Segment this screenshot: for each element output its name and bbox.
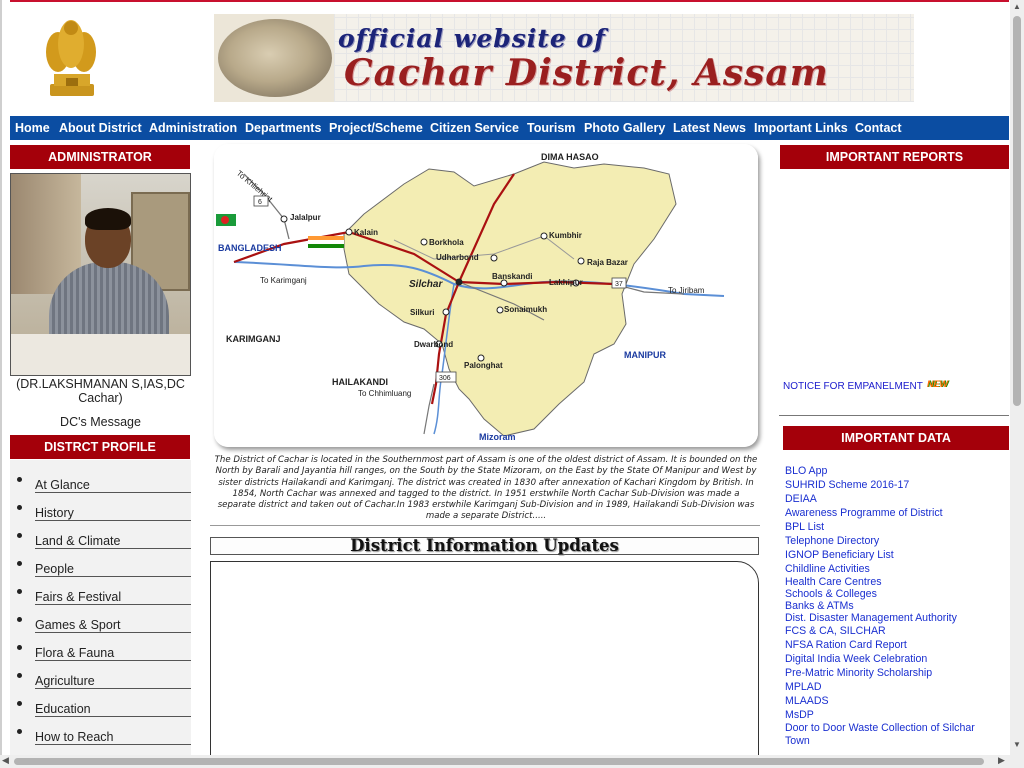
map-label-dwarbond: Dwarbond [414,340,453,349]
district-info-updates-heading: District Information Updates [210,537,759,555]
scroll-down-icon[interactable]: ▼ [1013,740,1021,749]
nav-tourism[interactable]: Tourism [527,116,575,140]
map-label-mizoram: Mizoram [479,432,516,442]
nav-about-district[interactable]: About District [59,116,142,140]
nav-project-scheme[interactable]: Project/Scheme [329,116,423,140]
nav-photo-gallery[interactable]: Photo Gallery [584,116,665,140]
profile-item-people[interactable]: People [17,549,191,577]
map-label-borkhola: Borkhola [429,238,464,247]
link-bpl-list[interactable]: BPL List [785,521,824,534]
map-label-to-jiribam: To Jiribam [668,286,705,295]
link-mplad[interactable]: MPLAD [785,681,822,694]
divider [210,525,760,526]
district-profile-heading: DISTRCT PROFILE [10,435,190,459]
left-border [0,0,2,755]
map-label-sonaimukh: Sonaimukh [504,305,547,314]
vertical-scroll-thumb[interactable] [1013,16,1021,406]
district-description: The District of Cachar is located in the… [214,455,758,522]
important-reports-heading: IMPORTANT REPORTS [780,145,1009,169]
horizontal-scroll-thumb[interactable] [14,758,984,765]
map-label-banskandi: Banskandi [492,272,532,281]
profile-item-education[interactable]: Education [17,689,191,717]
dc-message-link[interactable]: DC's Message [10,415,191,429]
banner-seal-image [218,19,332,97]
district-info-updates-box[interactable] [210,561,759,755]
map-label-nh37: 37 [615,281,623,288]
map-label-silkuri: Silkuri [410,308,434,317]
notice-for-empanelment-link[interactable]: NOTICE FOR EMPANELMENT [783,381,923,392]
nav-citizen-service[interactable]: Citizen Service [430,116,519,140]
nav-administration[interactable]: Administration [149,116,237,140]
right-divider [779,415,1009,416]
administrator-heading: ADMINISTRATOR [10,145,190,169]
district-profile-list: At Glance History Land & Climate People … [10,460,191,755]
link-deiaa[interactable]: DEIAA [785,493,817,506]
scroll-right-icon[interactable]: ▶ [998,755,1005,766]
nav-contact[interactable]: Contact [855,116,902,140]
link-telephone-directory[interactable]: Telephone Directory [785,535,879,548]
link-ignop-beneficiary-list[interactable]: IGNOP Beneficiary List [785,549,894,562]
nav-latest-news[interactable]: Latest News [673,116,746,140]
link-childline-activities[interactable]: Childline Activities [785,563,870,576]
banner-subtitle: official website of [338,24,606,53]
profile-item-how-to-reach[interactable]: How to Reach [17,717,191,745]
nav-departments[interactable]: Departments [245,116,321,140]
site-banner: official website of Cachar District, Ass… [214,14,914,102]
vertical-scrollbar[interactable]: ▲ ▼ [1010,0,1024,768]
map-label-manipur: MANIPUR [624,350,666,360]
map-label-bangladesh: BANGLADESH [218,243,282,253]
map-label-silchar: Silchar [409,279,443,290]
link-msdp[interactable]: MsDP [785,709,814,722]
important-data-heading: IMPORTANT DATA [783,426,1009,450]
map-label-raja-bazar: Raja Bazar [587,258,628,267]
district-map[interactable]: DIMA HASAO To Khliehriat Jalalpur Kalain… [214,144,758,447]
link-blo-app[interactable]: BLO App [785,465,827,478]
link-digital-india-week[interactable]: Digital India Week Celebration [785,653,927,666]
top-border [10,0,1009,2]
administrator-caption: (DR.LAKSHMANAN S,IAS,DC Cachar) [16,377,185,405]
link-suhrid-scheme[interactable]: SUHRID Scheme 2016-17 [785,479,909,492]
profile-item-games-sport[interactable]: Games & Sport [17,605,191,633]
map-label-jalalpur: Jalalpur [290,213,321,222]
profile-item-land-climate[interactable]: Land & Climate [17,521,191,549]
profile-item-fairs-festival[interactable]: Fairs & Festival [17,577,191,605]
profile-item-at-glance[interactable]: At Glance [17,465,191,493]
map-label-kumbhir: Kumbhir [549,231,582,240]
map-label-lakhipur: Lakhipur [549,278,583,287]
profile-item-history[interactable]: History [17,493,191,521]
map-label-udharbond: Udharbond [436,253,479,262]
horizontal-scrollbar[interactable]: ◀ ▶ [0,755,1010,768]
main-nav: Home About District Administration Depar… [10,116,1009,140]
map-label-to-karimganj: To Karimganj [260,276,307,285]
map-label-palonghat: Palonghat [464,361,503,370]
link-pre-matric-scholarship[interactable]: Pre-Matric Minority Scholarship [785,667,932,680]
map-label-nh6: 6 [258,199,262,206]
page: official website of Cachar District, Ass… [0,0,1010,755]
map-label-hailakandi: HAILAKANDI [332,377,388,387]
profile-item-agriculture[interactable]: Agriculture [17,661,191,689]
map-label-kalain: Kalain [354,228,378,237]
banner-title: Cachar District, Assam [344,52,829,94]
state-emblem-logo [36,14,106,102]
map-label-dima-hasao: DIMA HASAO [541,152,599,162]
nav-home[interactable]: Home [15,116,50,140]
nav-important-links[interactable]: Important Links [754,116,848,140]
link-mlaads[interactable]: MLAADS [785,695,829,708]
scroll-up-icon[interactable]: ▲ [1013,2,1021,11]
map-label-to-chhimluang: To Chhimluang [358,389,411,398]
link-fcs-ca-silchar[interactable]: FCS & CA, SILCHAR [785,625,886,638]
administrator-photo [10,173,191,376]
link-disaster-management[interactable]: Dist. Disaster Management Authority [785,612,957,625]
map-label-karimganj: KARIMGANJ [226,334,281,344]
link-nfsa-ration-card[interactable]: NFSA Ration Card Report [785,639,907,652]
profile-item-flora-fauna[interactable]: Flora & Fauna [17,633,191,661]
link-door-to-door-waste[interactable]: Door to Door Waste Collection of Silchar… [785,722,1000,748]
new-badge-icon: NEW [927,379,948,389]
map-label-nh306: 306 [439,375,451,382]
scroll-left-icon[interactable]: ◀ [2,755,9,766]
link-awareness-programme[interactable]: Awareness Programme of District [785,507,943,520]
